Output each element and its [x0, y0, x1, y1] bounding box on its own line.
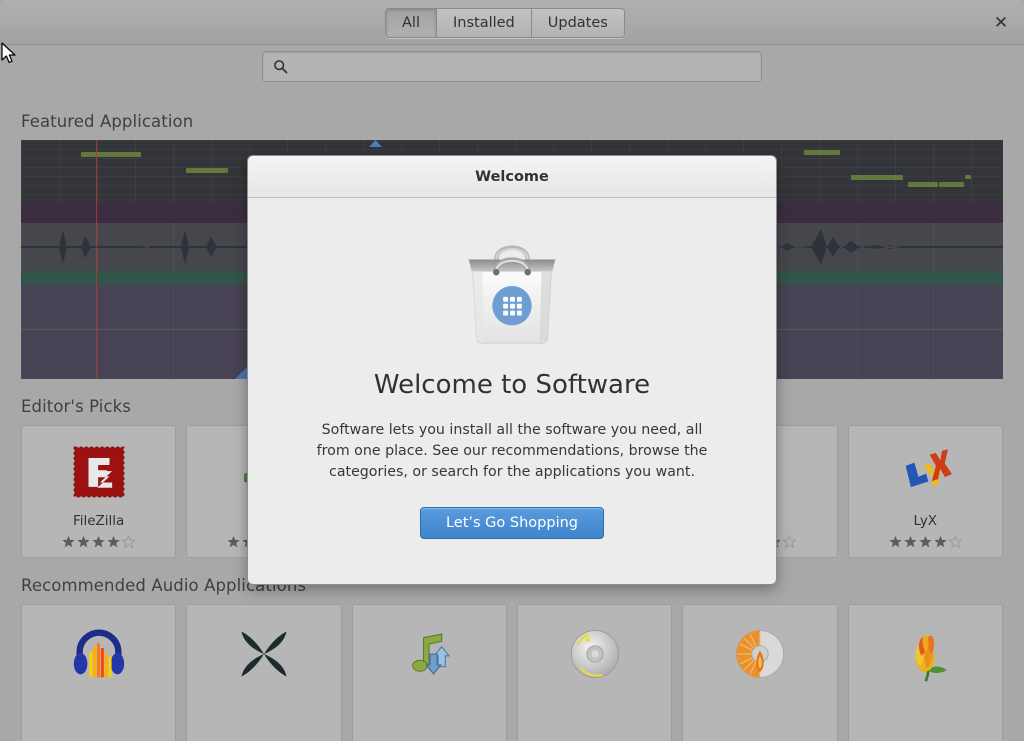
- tab-installed[interactable]: Installed: [436, 9, 532, 37]
- app-tile-filezilla[interactable]: FileZilla: [21, 425, 177, 558]
- software-shopping-bag-icon: [449, 224, 575, 350]
- brasero-orange-disc-icon: [728, 622, 792, 686]
- search-icon: [273, 59, 288, 74]
- star-filled-icon: [62, 535, 75, 548]
- app-name: LyX: [913, 513, 938, 529]
- playhead-line: [96, 140, 97, 379]
- tab-all[interactable]: All: [386, 9, 437, 37]
- star-filled-icon: [934, 535, 947, 548]
- dialog-titlebar: Welcome: [248, 156, 776, 198]
- star-empty-icon: [783, 535, 797, 548]
- butterfly-star-icon: [232, 622, 296, 686]
- star-filled-icon: [227, 535, 241, 548]
- rating-stars: [889, 535, 962, 548]
- mouse-cursor-icon: [0, 42, 18, 66]
- dialog-body: Welcome to Software Software lets you in…: [248, 198, 776, 584]
- search-box[interactable]: [262, 51, 762, 82]
- welcome-description: Software lets you install all the softwa…: [316, 422, 708, 480]
- featured-title: Featured Application: [21, 112, 194, 131]
- search-bar[interactable]: [262, 51, 762, 82]
- search-input[interactable]: [295, 52, 761, 81]
- welcome-dialog: Welcome Welcome to Software Software let…: [247, 155, 777, 585]
- app-tile-butterfly[interactable]: [186, 604, 342, 741]
- music-note-arrows-icon: [397, 622, 461, 686]
- tab-updates[interactable]: Updates: [531, 9, 624, 37]
- rating-stars: [62, 535, 136, 548]
- software-window: All Installed Updates ✕ Featured Applica…: [0, 0, 1024, 741]
- lyx-icon: [893, 440, 957, 504]
- star-empty-icon: [122, 535, 136, 548]
- app-tile-audacity[interactable]: [21, 604, 177, 741]
- app-tile-sound-converter[interactable]: [351, 604, 507, 741]
- app-tile-brasero[interactable]: [682, 604, 838, 741]
- filezilla-icon: [67, 440, 131, 504]
- star-empty-icon: [948, 535, 962, 548]
- compact-disc-icon: [563, 622, 627, 686]
- view-mode-switch[interactable]: All Installed Updates: [385, 8, 625, 38]
- star-filled-icon: [77, 535, 90, 548]
- welcome-heading: Welcome to Software: [373, 370, 651, 400]
- rhythmbox-rose-icon: [893, 622, 957, 686]
- audacity-headphones-icon: [67, 622, 131, 686]
- star-filled-icon: [904, 535, 917, 548]
- app-tile-rhythmbox[interactable]: [847, 604, 1003, 741]
- app-name: FileZilla: [72, 513, 125, 529]
- recommended-audio-section: Recommended Audio Applications: [0, 576, 1024, 741]
- close-icon[interactable]: ✕: [986, 8, 1016, 38]
- star-filled-icon: [919, 535, 932, 548]
- dialog-title: Welcome: [475, 168, 549, 185]
- header-bar: All Installed Updates ✕: [0, 0, 1024, 45]
- star-filled-icon: [107, 535, 120, 548]
- lets-go-shopping-button[interactable]: Let’s Go Shopping: [420, 507, 604, 539]
- recommended-audio-tiles: [21, 604, 1003, 741]
- app-tile-disc[interactable]: [516, 604, 673, 741]
- star-filled-icon: [889, 535, 902, 548]
- app-tile-lyx[interactable]: LyX: [847, 425, 1003, 558]
- star-filled-icon: [92, 535, 105, 548]
